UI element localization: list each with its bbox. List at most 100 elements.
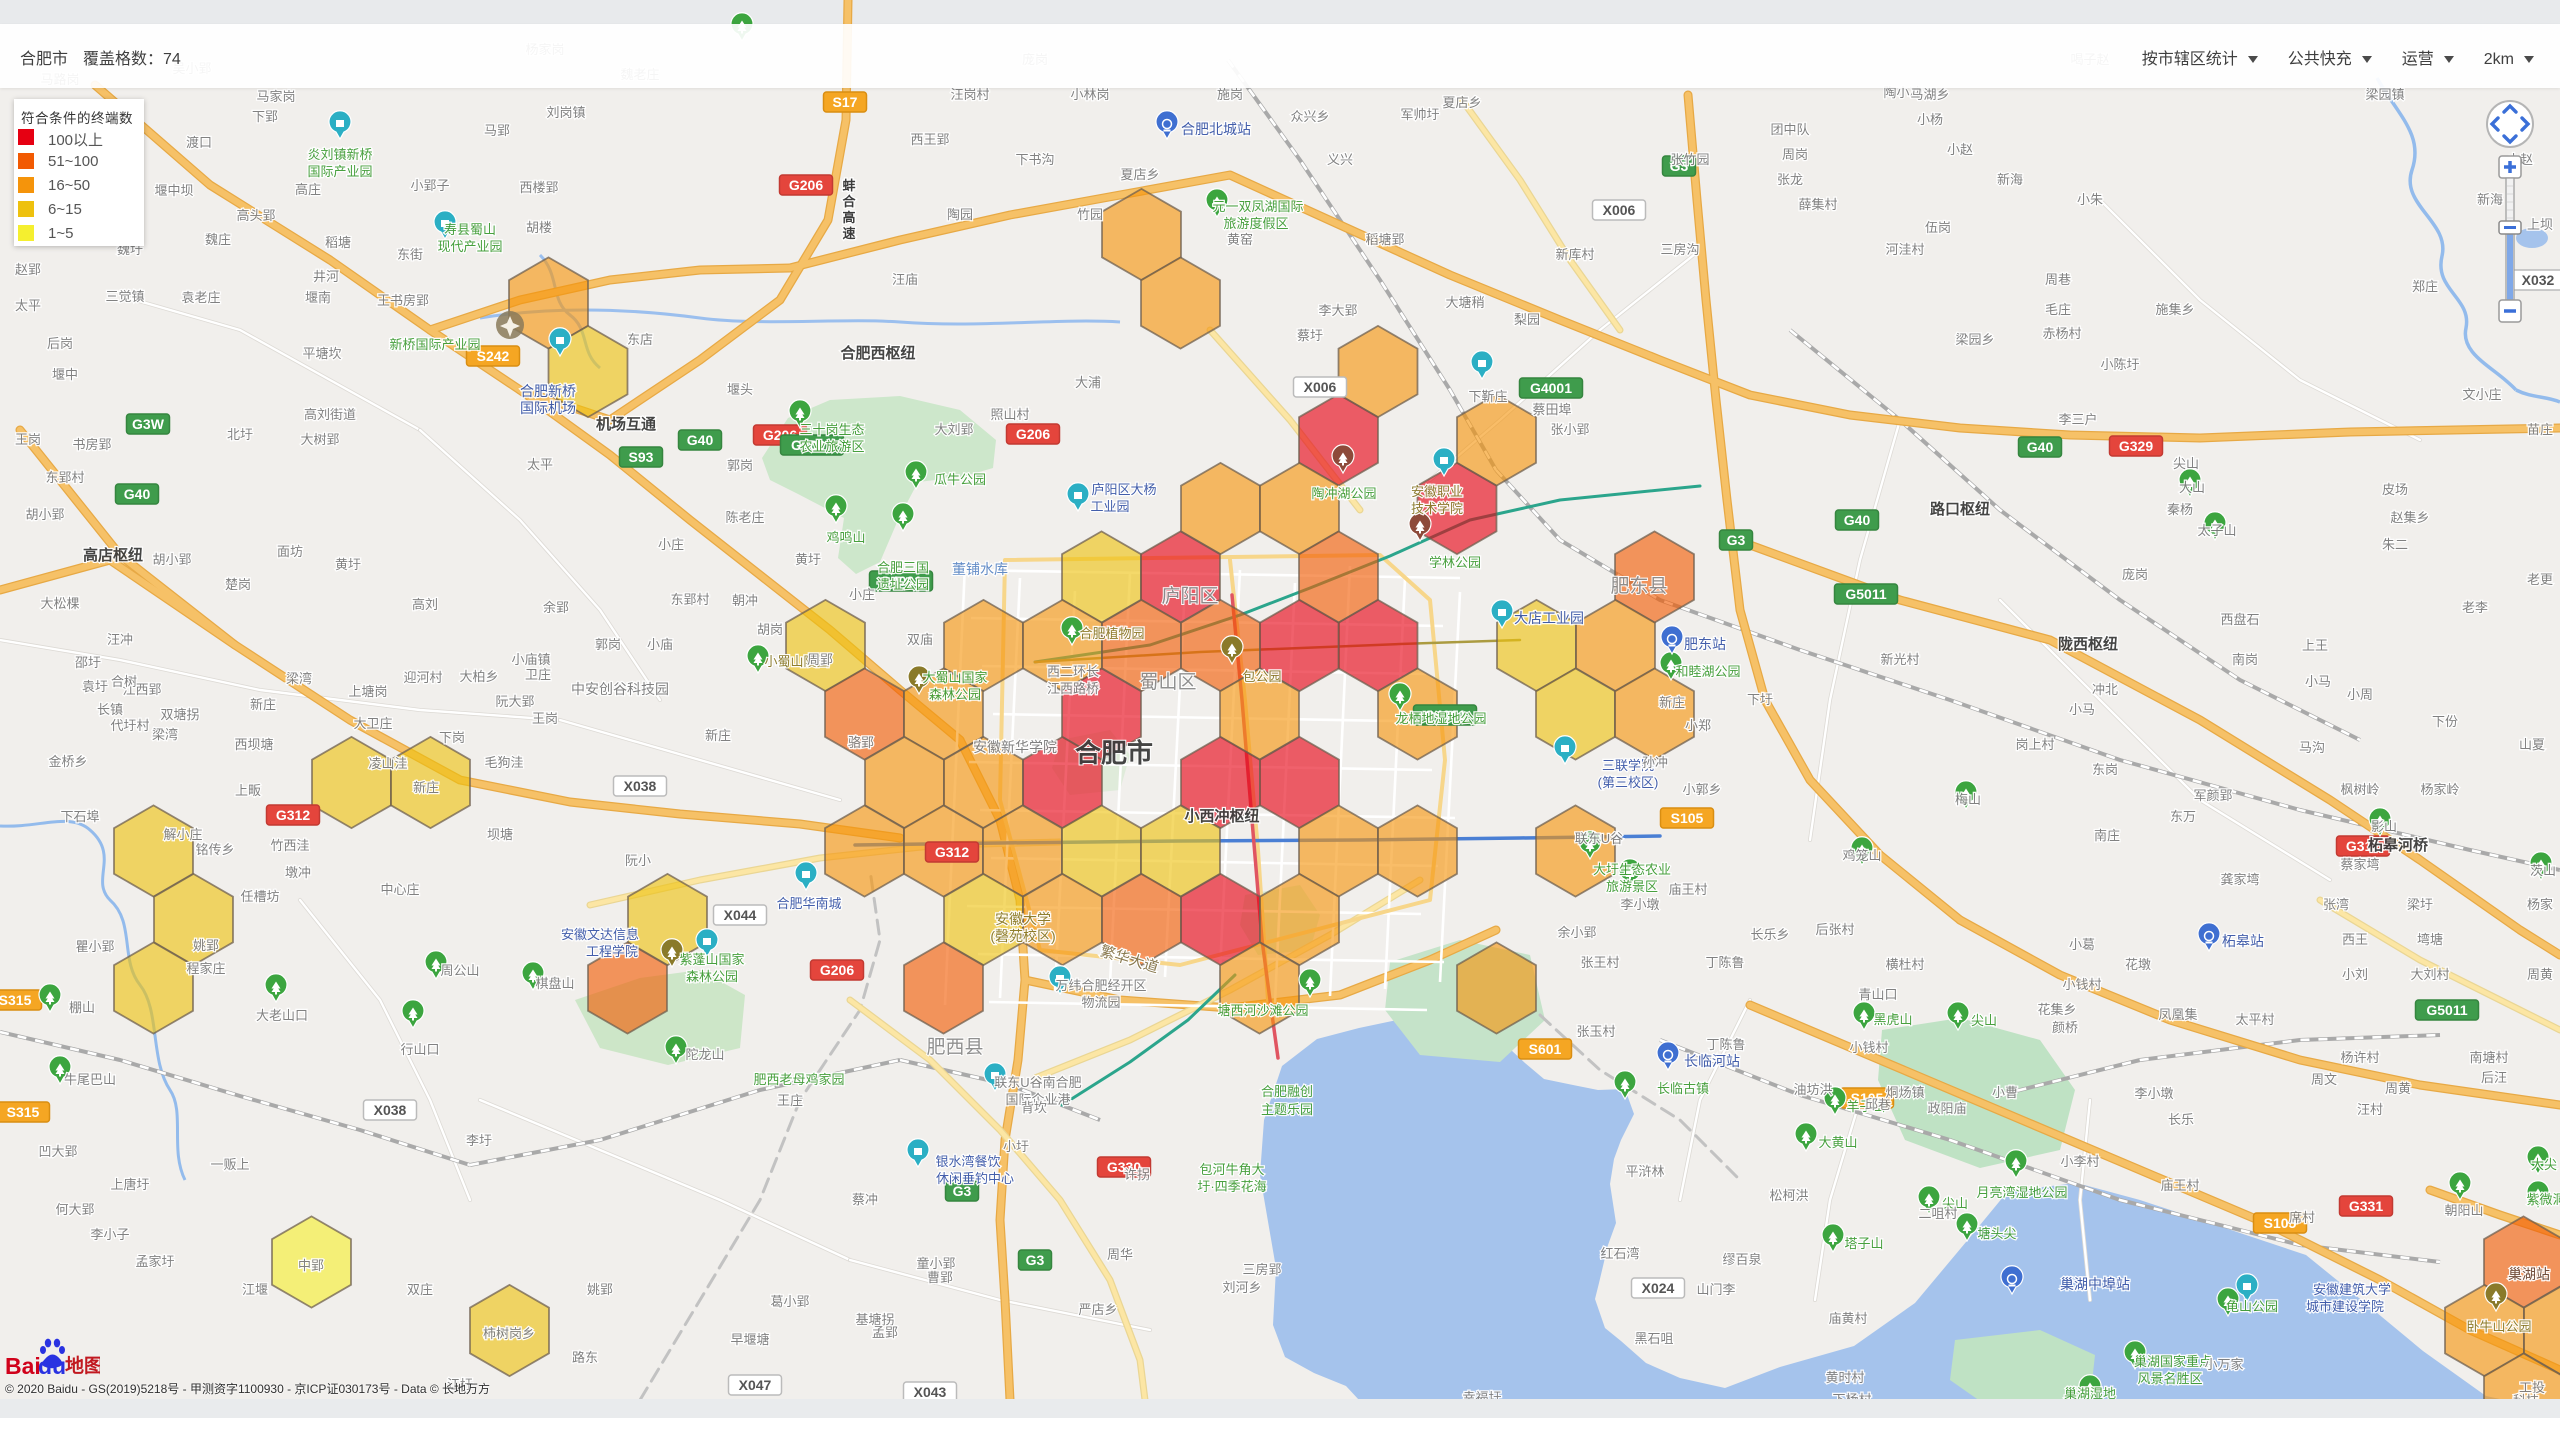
svg-text:遗址公园: 遗址公园 bbox=[877, 577, 929, 592]
svg-text:平浒林: 平浒林 bbox=[1625, 1164, 1664, 1179]
svg-text:双塘拐: 双塘拐 bbox=[160, 707, 199, 722]
svg-text:小曹: 小曹 bbox=[1992, 1085, 2018, 1100]
svg-text:大店工业园: 大店工业园 bbox=[1514, 610, 1584, 626]
svg-text:李大郢: 李大郢 bbox=[1318, 303, 1357, 318]
svg-text:代圩村: 代圩村 bbox=[110, 718, 149, 733]
svg-text:新光村: 新光村 bbox=[1880, 652, 1919, 667]
svg-text:郭岗: 郭岗 bbox=[595, 637, 621, 652]
svg-text:马沟: 马沟 bbox=[2299, 740, 2325, 755]
svg-text:施岗: 施岗 bbox=[1217, 87, 1243, 102]
svg-text:胡楼: 胡楼 bbox=[526, 220, 552, 235]
svg-text:农业旅游区: 农业旅游区 bbox=[799, 439, 864, 454]
svg-text:柿树岗乡: 柿树岗乡 bbox=[483, 1326, 535, 1341]
svg-text:严店乡: 严店乡 bbox=[1078, 1302, 1117, 1317]
svg-text:胡岗: 胡岗 bbox=[757, 622, 783, 637]
svg-text:合肥新桥: 合肥新桥 bbox=[520, 383, 576, 399]
svg-text:银水湾餐饮: 银水湾餐饮 bbox=[935, 1154, 1000, 1169]
svg-text:S93: S93 bbox=[629, 449, 654, 465]
svg-text:(磬苑校区): (磬苑校区) bbox=[990, 928, 1055, 944]
svg-text:双庙: 双庙 bbox=[907, 632, 933, 647]
svg-text:葛小郢: 葛小郢 bbox=[770, 1294, 809, 1309]
svg-text:蔡家塆: 蔡家塆 bbox=[2340, 857, 2379, 872]
svg-text:郭岗: 郭岗 bbox=[727, 458, 753, 473]
svg-text:竹园: 竹园 bbox=[1077, 207, 1103, 222]
svg-text:小庄: 小庄 bbox=[658, 537, 684, 552]
svg-text:庐阳区: 庐阳区 bbox=[1161, 585, 1218, 607]
svg-text:梁圩: 梁圩 bbox=[2407, 897, 2433, 912]
svg-text:蔡圩: 蔡圩 bbox=[1297, 328, 1323, 343]
svg-text:G206: G206 bbox=[789, 177, 823, 193]
svg-text:小刘: 小刘 bbox=[2342, 967, 2368, 982]
svg-text:城市建设学院: 城市建设学院 bbox=[2306, 1299, 2384, 1314]
svg-text:小马: 小马 bbox=[2069, 702, 2095, 717]
svg-text:塔子山: 塔子山 bbox=[1844, 1236, 1883, 1251]
svg-text:长乐乡: 长乐乡 bbox=[1750, 927, 1789, 942]
svg-text:金桥乡: 金桥乡 bbox=[48, 754, 87, 769]
svg-text:汪村: 汪村 bbox=[2357, 1102, 2383, 1117]
svg-text:烔炀镇: 烔炀镇 bbox=[1885, 1085, 1924, 1100]
svg-text:汪庙: 汪庙 bbox=[892, 272, 918, 287]
svg-text:机场互通: 机场互通 bbox=[596, 415, 656, 433]
svg-text:王庄: 王庄 bbox=[777, 1093, 803, 1108]
svg-text:鸡鸣山: 鸡鸣山 bbox=[826, 530, 865, 545]
svg-text:文小庄: 文小庄 bbox=[2462, 387, 2501, 402]
svg-text:凹大郢: 凹大郢 bbox=[38, 1144, 77, 1159]
svg-text:小葛: 小葛 bbox=[2069, 937, 2095, 952]
svg-text:茨山: 茨山 bbox=[2530, 863, 2556, 878]
svg-text:孙冲: 孙冲 bbox=[1642, 755, 1668, 770]
svg-text:合肥三国: 合肥三国 bbox=[877, 560, 929, 575]
svg-text:肥西老母鸡家园: 肥西老母鸡家园 bbox=[753, 1072, 844, 1087]
svg-text:现代产业园: 现代产业园 bbox=[437, 239, 502, 254]
svg-text:柘皋河桥: 柘皋河桥 bbox=[2368, 836, 2429, 854]
svg-text:颜桥: 颜桥 bbox=[2052, 1020, 2078, 1035]
svg-text:梁园乡: 梁园乡 bbox=[1955, 332, 1994, 347]
svg-text:墩冲: 墩冲 bbox=[285, 865, 311, 880]
svg-text:丁陈鲁: 丁陈鲁 bbox=[1705, 955, 1744, 970]
svg-text:江西路桥: 江西路桥 bbox=[1047, 681, 1099, 696]
svg-text:大圩生态农业: 大圩生态农业 bbox=[1593, 862, 1671, 877]
svg-text:地图: 地图 bbox=[65, 1354, 100, 1377]
svg-text:河洼村: 河洼村 bbox=[1885, 242, 1924, 257]
svg-text:大松棵: 大松棵 bbox=[40, 596, 79, 611]
svg-text:东岗: 东岗 bbox=[2092, 762, 2118, 777]
svg-text:新桥国际产业园: 新桥国际产业园 bbox=[389, 337, 480, 352]
svg-text:太子山: 太子山 bbox=[2197, 523, 2236, 538]
svg-text:马家岗: 马家岗 bbox=[256, 89, 295, 104]
svg-text:周华: 周华 bbox=[1107, 1247, 1133, 1262]
svg-text:政阳庙: 政阳庙 bbox=[1927, 1101, 1966, 1116]
svg-text:大蜀山国家: 大蜀山国家 bbox=[922, 670, 987, 685]
svg-text:卧牛山公园: 卧牛山公园 bbox=[2466, 1319, 2531, 1334]
svg-text:梁湾: 梁湾 bbox=[152, 727, 178, 742]
svg-text:东万: 东万 bbox=[2170, 809, 2196, 824]
svg-text:下岗: 下岗 bbox=[439, 730, 465, 745]
svg-text:小万家: 小万家 bbox=[2204, 1357, 2243, 1372]
svg-text:大浦: 大浦 bbox=[1075, 375, 1101, 390]
svg-text:冲北: 冲北 bbox=[2092, 682, 2118, 697]
svg-text:肥东站: 肥东站 bbox=[1684, 636, 1726, 652]
svg-text:下书沟: 下书沟 bbox=[1015, 152, 1054, 167]
svg-text:袁圩: 袁圩 bbox=[82, 679, 108, 694]
svg-text:周黄: 周黄 bbox=[2385, 1081, 2411, 1096]
svg-text:李小子: 李小子 bbox=[90, 1227, 129, 1242]
svg-text:三房沟: 三房沟 bbox=[1660, 242, 1699, 257]
svg-text:双庄: 双庄 bbox=[407, 1282, 433, 1297]
svg-text:庙王村: 庙王村 bbox=[2160, 1178, 2199, 1193]
svg-text:大尖: 大尖 bbox=[2531, 1157, 2557, 1172]
svg-text:众兴乡: 众兴乡 bbox=[1290, 109, 1329, 124]
svg-text:照山村: 照山村 bbox=[990, 407, 1029, 422]
svg-text:周郢: 周郢 bbox=[807, 652, 833, 667]
svg-text:毛庄: 毛庄 bbox=[2045, 302, 2071, 317]
svg-text:路东: 路东 bbox=[572, 1350, 598, 1365]
svg-text:龚家塆: 龚家塆 bbox=[2220, 872, 2259, 887]
svg-text:G5011: G5011 bbox=[2426, 1002, 2467, 1018]
svg-text:李小墩: 李小墩 bbox=[1620, 897, 1659, 912]
svg-text:凤凰集: 凤凰集 bbox=[2158, 1007, 2197, 1022]
svg-text:王书房郢: 王书房郢 bbox=[377, 293, 429, 308]
svg-text:李三户: 李三户 bbox=[2058, 412, 2097, 427]
svg-text:塆塘: 塆塘 bbox=[2417, 932, 2443, 947]
svg-text:庐阳区大杨: 庐阳区大杨 bbox=[1091, 482, 1156, 497]
svg-text:安徽大学: 安徽大学 bbox=[995, 911, 1051, 927]
svg-text:缪百泉: 缪百泉 bbox=[1722, 1252, 1761, 1267]
svg-text:大树郢: 大树郢 bbox=[300, 432, 339, 447]
svg-text:稻塘: 稻塘 bbox=[325, 235, 351, 250]
